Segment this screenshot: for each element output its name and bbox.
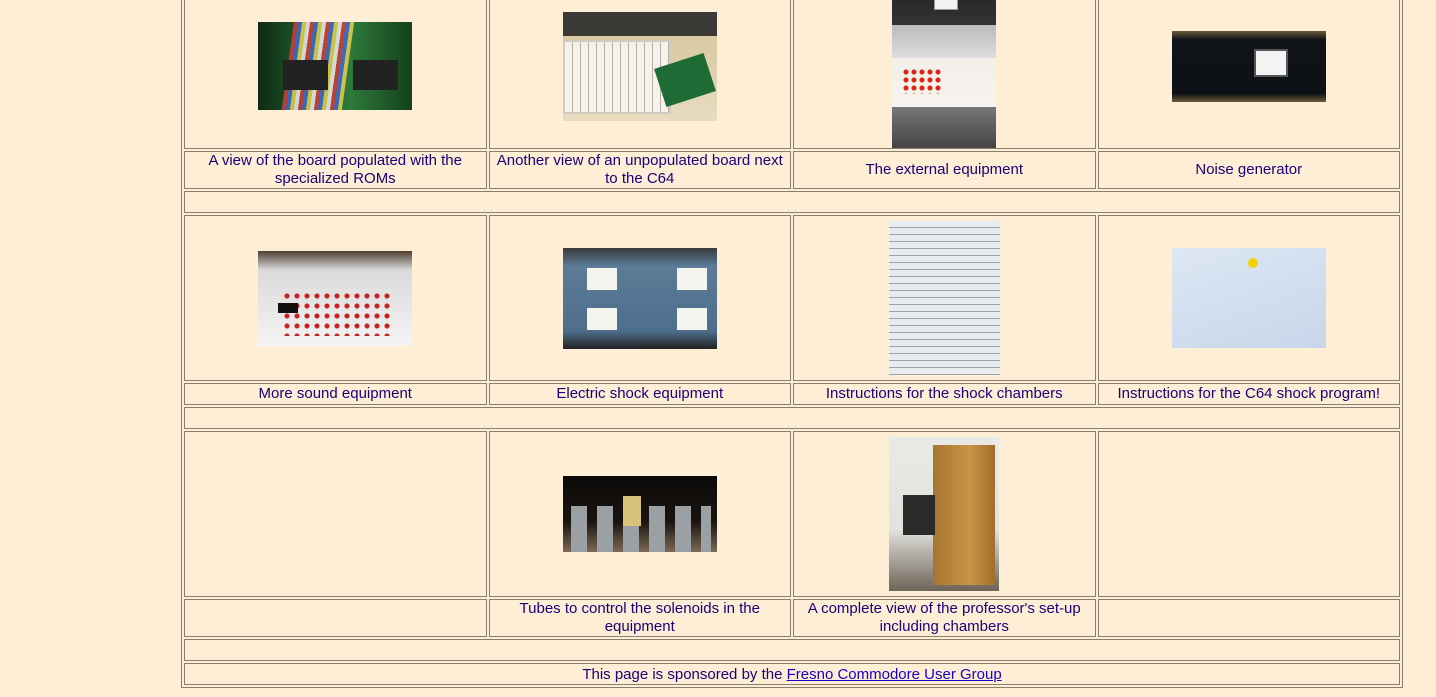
caption-row: More sound equipment Electric shock equi… bbox=[184, 383, 1400, 405]
photo-cell bbox=[184, 215, 487, 381]
photo-cell bbox=[793, 215, 1096, 381]
photo-cell bbox=[793, 431, 1096, 597]
photo-cell bbox=[488, 0, 791, 149]
c64-board-photo[interactable] bbox=[562, 11, 717, 121]
photo-cell bbox=[1097, 431, 1400, 597]
caption-row: Tubes to control the solenoids in the eq… bbox=[184, 599, 1400, 637]
spacer-cell bbox=[184, 407, 1400, 429]
photo-caption: A view of the board populated with the s… bbox=[184, 151, 487, 189]
sponsor-link[interactable]: Fresno Commodore User Group bbox=[787, 666, 1002, 683]
sound-equipment-photo[interactable] bbox=[258, 250, 413, 346]
spacer-cell bbox=[184, 639, 1400, 661]
photo-cell bbox=[1097, 0, 1400, 149]
board-roms-photo[interactable] bbox=[258, 22, 413, 110]
photo-caption: More sound equipment bbox=[184, 383, 487, 405]
solenoid-tubes-photo[interactable] bbox=[562, 476, 717, 552]
noise-generator-photo[interactable] bbox=[1171, 30, 1326, 102]
spacer-cell bbox=[184, 191, 1400, 213]
shock-equipment-photo[interactable] bbox=[562, 247, 717, 349]
photo-gallery-table: A view of the board populated with the s… bbox=[181, 0, 1403, 688]
photo-caption: Noise generator bbox=[1097, 151, 1400, 189]
photo-cell bbox=[1097, 215, 1400, 381]
photo-caption: Another view of an unpopulated board nex… bbox=[488, 151, 791, 189]
spacer-row bbox=[184, 407, 1400, 429]
professor-setup-photo[interactable] bbox=[889, 437, 1000, 591]
photo-row bbox=[184, 215, 1400, 381]
photo-caption: Instructions for the C64 shock program! bbox=[1097, 383, 1400, 405]
photo-cell bbox=[184, 0, 487, 149]
c64-shock-program-instructions-photo[interactable] bbox=[1171, 248, 1326, 348]
sponsor-footer: This page is sponsored by the Fresno Com… bbox=[184, 663, 1400, 685]
spacer-row bbox=[184, 191, 1400, 213]
photo-cell bbox=[793, 0, 1096, 149]
shock-chamber-instructions-photo[interactable] bbox=[888, 221, 1000, 375]
photo-caption: Tubes to control the solenoids in the eq… bbox=[488, 599, 791, 637]
footer-row: This page is sponsored by the Fresno Com… bbox=[184, 663, 1400, 685]
photo-caption: The external equipment bbox=[793, 151, 1096, 189]
external-equipment-photo[interactable] bbox=[892, 0, 997, 148]
photo-caption: A complete view of the professor's set-u… bbox=[793, 599, 1096, 637]
photo-cell bbox=[488, 431, 791, 597]
photo-caption bbox=[184, 599, 487, 637]
photo-row bbox=[184, 431, 1400, 597]
photo-caption: Instructions for the shock chambers bbox=[793, 383, 1096, 405]
spacer-row bbox=[184, 639, 1400, 661]
sponsor-text: This page is sponsored by the bbox=[582, 665, 787, 683]
photo-row bbox=[184, 0, 1400, 149]
photo-cell bbox=[184, 431, 487, 597]
photo-caption: Electric shock equipment bbox=[488, 383, 791, 405]
photo-cell bbox=[488, 215, 791, 381]
photo-caption bbox=[1097, 599, 1400, 637]
caption-row: A view of the board populated with the s… bbox=[184, 151, 1400, 189]
